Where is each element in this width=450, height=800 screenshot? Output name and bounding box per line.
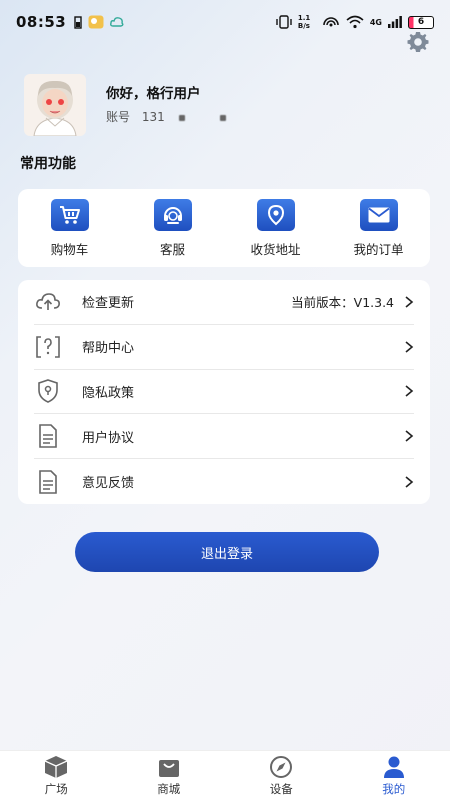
- func-label: 我的订单: [353, 241, 404, 257]
- masked-digits: [220, 114, 227, 121]
- signal-type: 4G: [369, 17, 382, 27]
- person-icon: [383, 756, 404, 778]
- chevron-right-icon: [405, 296, 414, 308]
- menu-item-feedback[interactable]: 意见反馈: [34, 459, 414, 504]
- gear-icon[interactable]: [406, 30, 430, 54]
- bottom-tab-bar: 广场 商城 设备 我的: [0, 750, 450, 800]
- menu-item-check-update[interactable]: 检查更新 当前版本：V1.3.4: [34, 280, 414, 325]
- menu-label: 意见反馈: [82, 476, 135, 492]
- func-label: 客服: [159, 241, 185, 257]
- func-item-customer-service[interactable]: 客服: [128, 198, 218, 258]
- tab-label: 商城: [157, 781, 181, 796]
- section-title-common-functions: 常用功能: [20, 156, 76, 172]
- vibrate-icon: [276, 15, 292, 29]
- hotspot-icon: [323, 17, 339, 27]
- func-item-shipping-address[interactable]: 收货地址: [231, 198, 321, 258]
- avatar-icon: [24, 74, 86, 136]
- account-info: 账号 131: [106, 108, 227, 125]
- chevron-right-icon: [405, 341, 414, 353]
- common-functions-card: 购物车 客服 收货地址 我的订单: [18, 189, 430, 267]
- avatar[interactable]: [24, 74, 86, 136]
- chevron-right-icon: [405, 430, 414, 442]
- func-label: 收货地址: [250, 241, 301, 257]
- account-label: 账号: [106, 110, 131, 124]
- profile-section[interactable]: 你好，格行用户 账号 131: [20, 70, 440, 140]
- tab-label: 设备: [269, 781, 293, 796]
- status-time: 08:53: [16, 13, 67, 31]
- shopping-bag-icon: [158, 759, 179, 777]
- shield-icon: [34, 379, 62, 404]
- tab-device[interactable]: 设备: [241, 755, 321, 797]
- battery-small-icon: [74, 15, 82, 29]
- shopping-cart-icon: [50, 198, 89, 231]
- tab-label: 我的: [382, 781, 406, 796]
- weather-icon: [88, 15, 104, 29]
- network-speed: 1.1 B/s: [297, 14, 311, 30]
- menu-label: 隐私政策: [82, 385, 135, 401]
- tab-mine[interactable]: 我的: [354, 755, 434, 797]
- func-label: 购物车: [50, 241, 89, 257]
- menu-item-privacy-policy[interactable]: 隐私政策: [34, 370, 414, 415]
- document-icon: [34, 424, 62, 449]
- menu-label: 用户协议: [82, 430, 135, 446]
- menu-item-user-agreement[interactable]: 用户协议: [34, 414, 414, 460]
- greeting: 你好，格行用户: [106, 86, 201, 102]
- func-item-my-orders[interactable]: 我的订单: [334, 198, 424, 258]
- current-version: 当前版本：V1.3.4: [291, 295, 394, 311]
- mail-icon: [359, 198, 398, 231]
- func-item-shopping-cart[interactable]: 购物车: [25, 198, 115, 258]
- account-number: 131: [141, 110, 165, 124]
- menu-item-help-center[interactable]: 帮助中心: [34, 325, 414, 370]
- tab-plaza[interactable]: 广场: [16, 755, 96, 797]
- cloud-upload-icon: [34, 290, 62, 314]
- customer-service-icon: [153, 198, 192, 231]
- battery-icon: 6: [408, 15, 434, 29]
- help-icon: [34, 335, 62, 359]
- settings-menu-card: 检查更新 当前版本：V1.3.4 帮助中心 隐私政策 用户协议 意见反馈: [18, 280, 430, 504]
- menu-label: 帮助中心: [82, 341, 135, 357]
- document-icon: [34, 469, 62, 494]
- compass-icon: [270, 755, 293, 778]
- signal-icon: [388, 16, 402, 28]
- tab-label: 广场: [44, 781, 68, 796]
- location-pin-icon: [256, 198, 295, 231]
- masked-digits: [178, 114, 185, 121]
- wifi-icon: [346, 15, 364, 29]
- chevron-right-icon: [405, 385, 414, 398]
- tab-mall[interactable]: 商城: [129, 755, 209, 797]
- logout-button[interactable]: 退出登录: [75, 532, 379, 572]
- status-bar: 08:53 1.1 B/s 4G 6: [0, 0, 450, 44]
- chevron-right-icon: [405, 475, 414, 488]
- cube-icon: [44, 755, 68, 778]
- cloud-icon: [110, 17, 124, 27]
- menu-label: 检查更新: [82, 296, 135, 312]
